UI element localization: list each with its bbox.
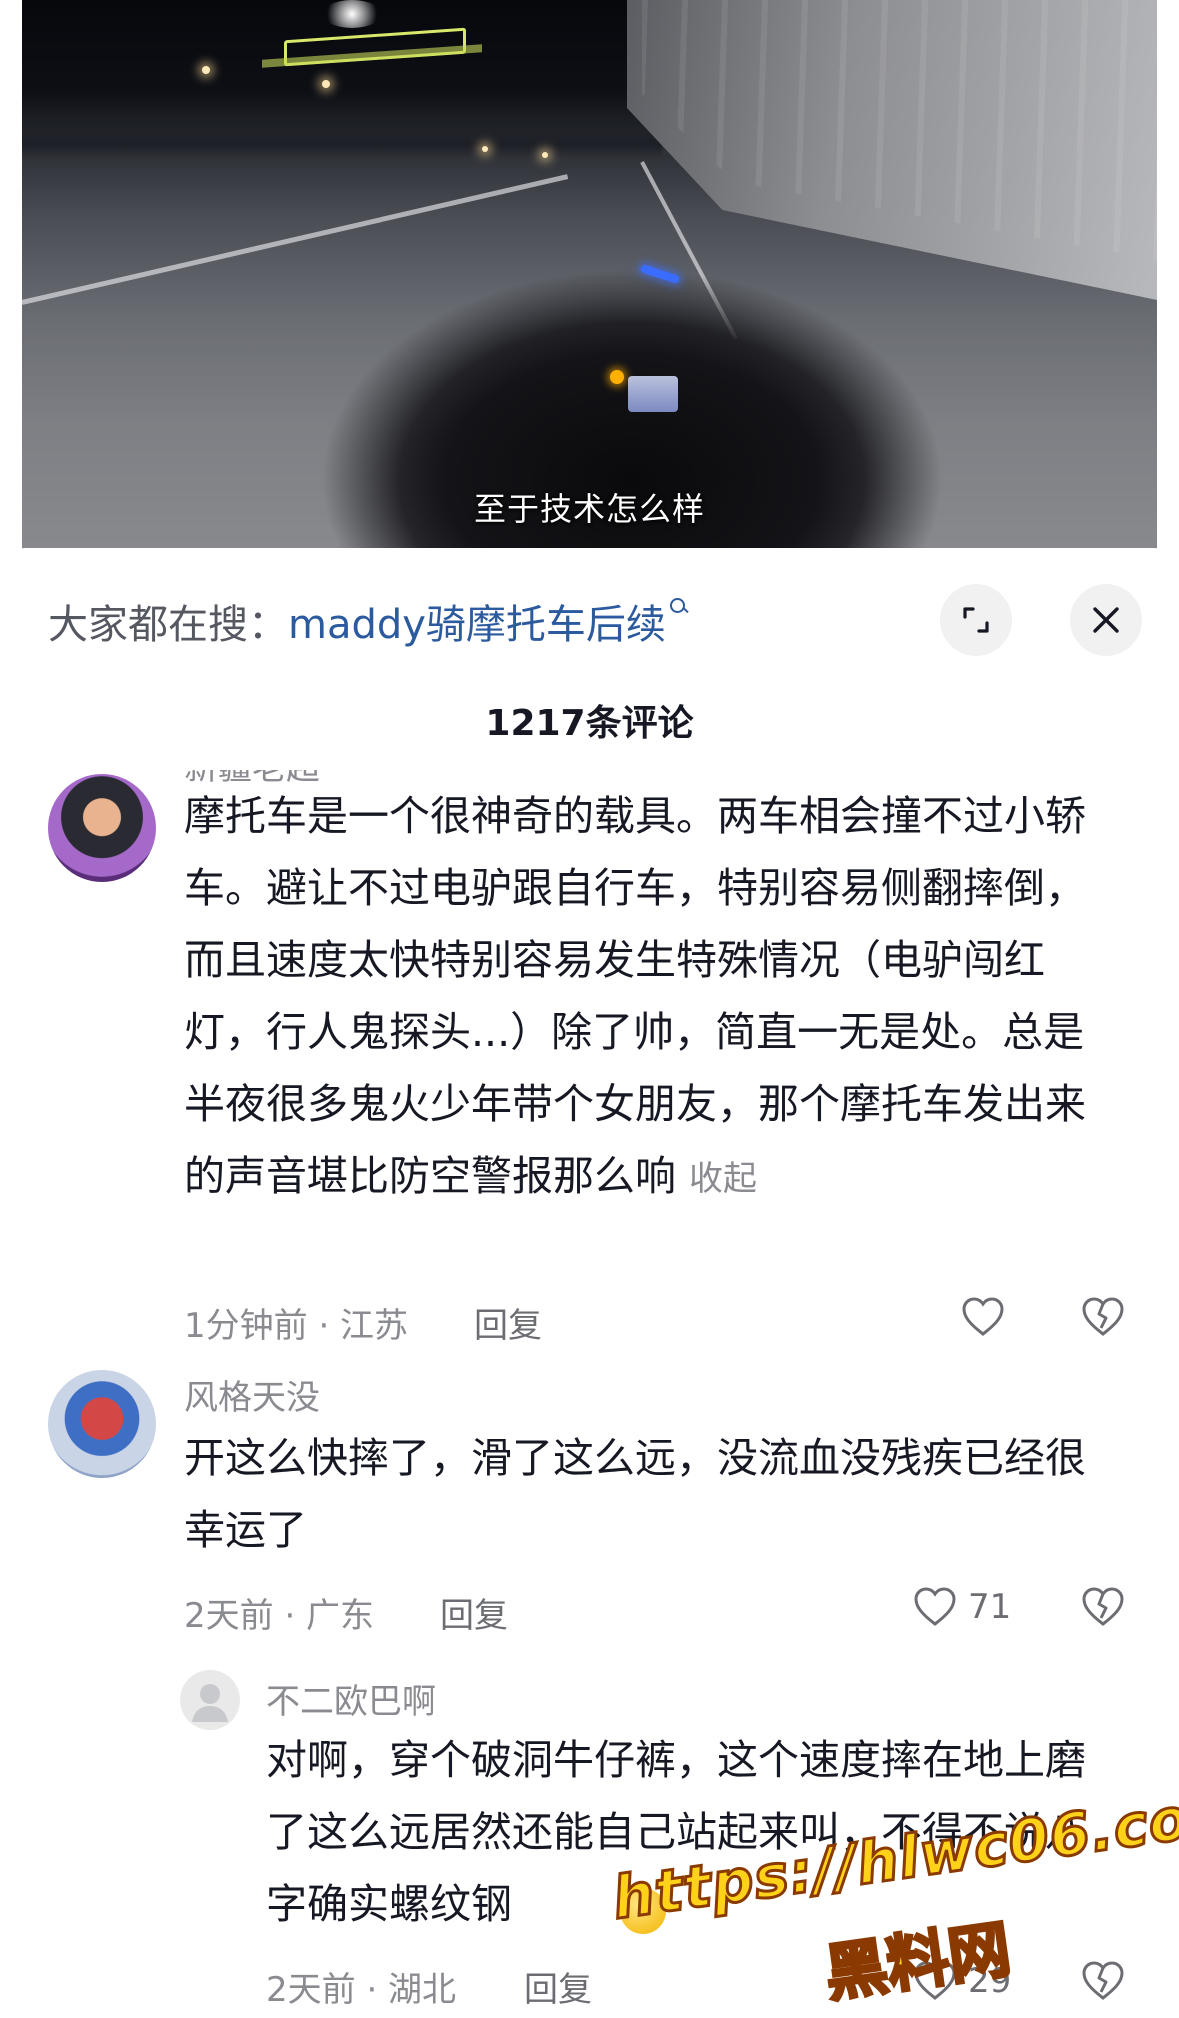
- expand-button[interactable]: [940, 584, 1012, 656]
- broken-heart-icon: [1082, 1587, 1124, 1626]
- avatar[interactable]: [48, 1370, 156, 1478]
- city-skyline: [22, 118, 662, 162]
- avatar-default[interactable]: [180, 1670, 240, 1730]
- reply-button[interactable]: 回复: [524, 1962, 592, 2011]
- comment-meta: 2天前 · 湖北: [266, 1970, 457, 2010]
- search-term-link[interactable]: maddy骑摩托车后续: [288, 592, 666, 650]
- video-subtitle: 至于技术怎么样: [473, 490, 705, 528]
- search-suggestion[interactable]: 大家都在搜： maddy骑摩托车后续: [48, 596, 688, 648]
- search-prefix: 大家都在搜：: [48, 602, 288, 648]
- expand-icon: [963, 607, 989, 633]
- comment-meta: 1分钟前 · 江苏: [184, 1306, 409, 1346]
- street-light: [322, 0, 382, 28]
- search-icon: [669, 598, 688, 616]
- dashboard-light: [610, 370, 624, 384]
- lamp: [202, 66, 210, 74]
- lamp: [322, 80, 330, 88]
- broken-heart-icon: [1082, 1297, 1124, 1336]
- avatar[interactable]: [48, 774, 156, 882]
- collapse-button[interactable]: 收起: [689, 1159, 757, 1199]
- comment-sheet: 大家都在搜： maddy骑摩托车后续 1217条评论 新疆老超 摩托车是一个很神…: [0, 548, 1179, 2018]
- lamp: [542, 152, 548, 158]
- video-player[interactable]: 至于技术怎么样: [0, 0, 1179, 570]
- dislike-button[interactable]: [1080, 1296, 1126, 1338]
- comment-text: 摩托车是一个很神奇的载具。两车相会撞不过小轿车。避让不过电驴跟自行车，特别容易侧…: [184, 780, 1114, 1215]
- comment-text: 开这么快摔了，滑了这么远，没流血没残疾已经很幸运了: [184, 1434, 1086, 1554]
- reply-button[interactable]: 回复: [474, 1298, 542, 1347]
- default-user-icon: [192, 1684, 228, 1722]
- like-button[interactable]: [960, 1296, 1006, 1338]
- dislike-button[interactable]: [1080, 1586, 1126, 1628]
- heart-icon: [914, 1587, 956, 1626]
- comment-text-body: 摩托车是一个很神奇的载具。两车相会撞不过小轿车。避让不过电驴跟自行车，特别容易侧…: [184, 792, 1086, 1200]
- comment-count: 1217条评论: [485, 703, 694, 744]
- broken-heart-icon: [1082, 1961, 1124, 2000]
- comment-meta: 2天前 · 广东: [184, 1596, 375, 1636]
- lamp: [482, 146, 488, 152]
- comment-username[interactable]: 风格天没: [184, 1370, 320, 1419]
- comment-username[interactable]: 不二欧巴啊: [266, 1674, 436, 1723]
- like-button[interactable]: 71: [912, 1586, 1011, 1628]
- heart-icon: [962, 1297, 1004, 1336]
- reply-button[interactable]: 回复: [440, 1588, 508, 1637]
- dashboard-screen: [628, 376, 678, 412]
- close-icon: [1093, 607, 1119, 633]
- dislike-button[interactable]: [1080, 1960, 1126, 2002]
- like-count: 71: [968, 1587, 1012, 1627]
- close-button[interactable]: [1070, 584, 1142, 656]
